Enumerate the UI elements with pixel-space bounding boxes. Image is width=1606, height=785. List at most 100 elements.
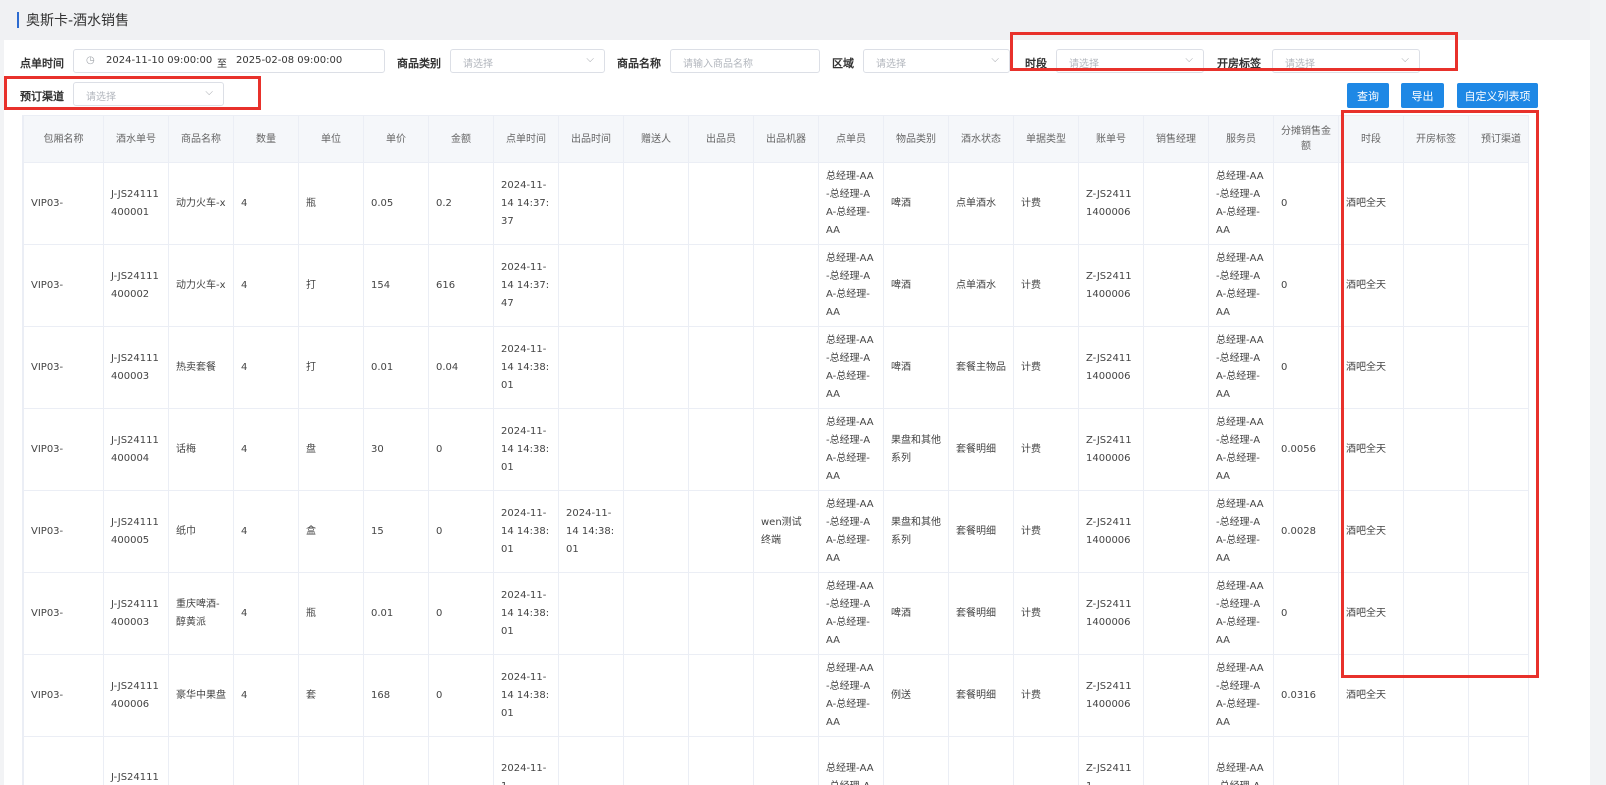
table-scrollbar[interactable] (1528, 115, 1545, 785)
column-header: 出品机器 (753, 115, 819, 163)
sales-table: 包厢名称 酒水单号 商品名称 数量 单位 单价 金额 点单时间 出品时间 赠送人 出品员 出品机器 点单… (23, 115, 1529, 785)
table-cell: Z-JS24111 (1078, 736, 1144, 785)
table-cell: 4 (233, 244, 299, 327)
column-header: 销售经理 (1143, 115, 1209, 163)
table-cell: 果盘和其他系列 (883, 408, 949, 491)
column-header: 点单员 (818, 115, 884, 163)
table-cell: J-JS24111400001 (103, 162, 169, 245)
product-placeholder: 请输入商品名称 (683, 59, 753, 70)
table-cell: 盘 (298, 408, 364, 491)
table-cell: Z-JS24111400006 (1078, 162, 1144, 245)
clock-icon: ◷ (86, 55, 95, 66)
table-cell: VIP03- (23, 572, 104, 655)
table-cell: 总经理-AA-总经理-AA-总经理-AA (1208, 572, 1274, 655)
column-header: 酒水状态 (948, 115, 1014, 163)
category-select[interactable]: 请选择 ⌵ (450, 49, 605, 73)
table-cell (558, 736, 624, 785)
table-cell: J-JS24111400004 (103, 408, 169, 491)
sales-table-container: 包厢名称 酒水单号 商品名称 数量 单位 单价 金额 点单时间 出品时间 赠送人 出品员 出品机器 点单… (22, 115, 1529, 785)
room-tag-select[interactable]: 请选择 ⌵ (1272, 49, 1420, 73)
table-cell: 0.01 (363, 572, 429, 655)
table-cell: 点单酒水 (948, 244, 1014, 327)
table-cell: 总经理-AA-总经理-AA-总经理-AA (818, 654, 884, 737)
table-cell (428, 736, 494, 785)
table-cell: 0 (1273, 244, 1339, 327)
table-cell (623, 408, 689, 491)
table-cell: 0.0028 (1273, 490, 1339, 573)
table-cell: Z-JS24111400006 (1078, 490, 1144, 573)
table-cell: 果盘和其他系列 (883, 490, 949, 573)
table-cell (558, 572, 624, 655)
table-cell: 总经理-AA-总经理-AA-总经理-AA (1208, 162, 1274, 245)
table-cell: 总经理-AA-总经理-AA-总经理-AA (818, 244, 884, 327)
date-start-value[interactable]: 2024-11-10 09:00:00 (106, 55, 212, 66)
table-cell: 总经理-AA-总经理-AA-总经理-AA (818, 326, 884, 409)
table-cell: 酒吧全天 (1338, 408, 1404, 491)
table-cell: 2024-11-14 14:37:47 (493, 244, 559, 327)
area-select[interactable]: 请选择 ⌵ (863, 49, 1010, 73)
table-cell: 话梅 (168, 408, 234, 491)
table-cell (1143, 654, 1209, 737)
table-cell: 4 (233, 162, 299, 245)
date-separator: 至 (217, 59, 227, 70)
table-cell: 热卖套餐 (168, 326, 234, 409)
table-cell: 点单酒水 (948, 162, 1014, 245)
table-cell: J-JS24111 (103, 736, 169, 785)
table-cell (1143, 736, 1209, 785)
date-end-value[interactable]: 2025-02-08 09:00:00 (236, 55, 342, 66)
table-row[interactable]: J-JS24111 2024-11-1 总经理-AA-总经理-A Z-JS24111 总… (23, 736, 1529, 785)
column-header: 物品类别 (883, 115, 949, 163)
table-row[interactable]: VIP03- J-JS24111400006 豪华中果盘 4 套 168 0 2024-11-… (23, 654, 1529, 737)
table-cell: 2024-11-1 (493, 736, 559, 785)
export-button[interactable]: 导出 (1401, 83, 1444, 108)
table-cell: 4 (233, 326, 299, 409)
table-cell: 0.04 (428, 326, 494, 409)
table-row[interactable]: VIP03- J-JS24111400003 重庆啤酒-醇黄派 4 瓶 0.01 0 2024… (23, 572, 1529, 655)
table-cell (1013, 736, 1079, 785)
table-cell: 纸巾 (168, 490, 234, 573)
table-cell (1403, 572, 1469, 655)
table-cell: 总经理-AA-总经理-AA-总经理-AA (1208, 490, 1274, 573)
title-accent (17, 12, 19, 28)
custom-columns-button[interactable]: 自定义列表项 (1457, 83, 1538, 108)
table-row[interactable]: VIP03- J-JS24111400002 动力火车-x 4 打 154 616 2024-… (23, 244, 1529, 327)
table-cell: 2024-11-14 14:37:37 (493, 162, 559, 245)
table-cell: 168 (363, 654, 429, 737)
table-cell: 计费 (1013, 326, 1079, 409)
table-cell: 2024-11-14 14:38:01 (493, 572, 559, 655)
table-cell: 计费 (1013, 408, 1079, 491)
column-header: 账单号 (1078, 115, 1144, 163)
table-cell: 4 (233, 408, 299, 491)
query-button[interactable]: 查询 (1347, 83, 1389, 108)
table-cell: 套餐主物品 (948, 326, 1014, 409)
table-cell (1468, 326, 1529, 409)
table-cell: 0 (428, 572, 494, 655)
chevron-down-icon: ⌵ (205, 87, 213, 98)
page-title: 奥斯卡-酒水销售 (26, 13, 130, 29)
table-cell (623, 490, 689, 573)
table-cell (753, 162, 819, 245)
table-cell: 酒吧全天 (1338, 326, 1404, 409)
period-select[interactable]: 请选择 ⌵ (1056, 49, 1204, 73)
table-cell: 瓶 (298, 162, 364, 245)
table-row[interactable]: VIP03- J-JS24111400001 动力火车-x 4 瓶 0.05 0.2 2024… (23, 162, 1529, 245)
column-header: 点单时间 (493, 115, 559, 163)
table-cell (1403, 490, 1469, 573)
table-row[interactable]: VIP03- J-JS24111400003 热卖套餐 4 打 0.01 0.04 2024-… (23, 326, 1529, 409)
column-header: 预订渠道 (1468, 115, 1529, 163)
table-row[interactable]: VIP03- J-JS24111400004 话梅 4 盘 30 0 2024-11-14 1… (23, 408, 1529, 491)
product-input[interactable]: 请输入商品名称 (670, 49, 820, 73)
column-header: 单据类型 (1013, 115, 1079, 163)
area-label: 区域 (832, 57, 854, 70)
category-label: 商品类别 (397, 57, 441, 70)
table-row[interactable]: VIP03- J-JS24111400005 纸巾 4 盒 15 0 2024-11-14 1… (23, 490, 1529, 573)
table-cell: 计费 (1013, 162, 1079, 245)
table-cell (1338, 736, 1404, 785)
table-cell: 2024-11-14 14:38:01 (558, 490, 624, 573)
channel-select[interactable]: 请选择 ⌵ (73, 82, 224, 106)
table-cell (948, 736, 1014, 785)
table-cell: 瓶 (298, 572, 364, 655)
table-cell: 啤酒 (883, 244, 949, 327)
date-range-picker[interactable]: ◷ 2024-11-10 09:00:00 至 2025-02-08 09:00… (73, 49, 385, 73)
table-cell: Z-JS24111400006 (1078, 244, 1144, 327)
